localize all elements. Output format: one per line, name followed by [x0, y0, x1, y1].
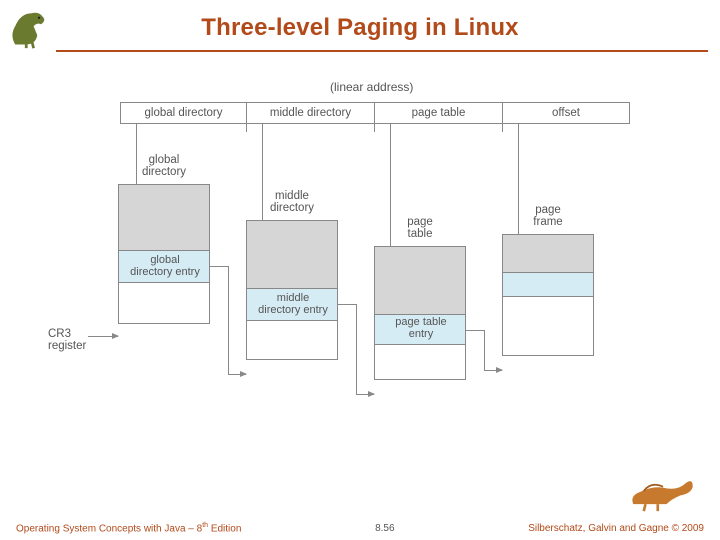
table-label-pageframe: page frame [502, 204, 594, 228]
field-tick [502, 124, 503, 132]
arrow-cr3 [88, 336, 118, 337]
footer-left: Operating System Concepts with Java – 8t… [16, 522, 241, 534]
footer-left-prefix: Operating System Concepts with Java – 8 [16, 523, 202, 534]
cr3-register-label: CR3 register [48, 328, 86, 352]
dinosaur-right-icon [628, 468, 698, 514]
arrow-seg [466, 330, 484, 331]
dinosaur-left-icon [6, 4, 52, 50]
slide-footer: Operating System Concepts with Java – 8t… [0, 522, 720, 534]
table-label-global: global directory [118, 154, 210, 178]
page-frame [502, 234, 594, 356]
la-field-pagetable: page table [374, 102, 502, 124]
linear-address-caption: (linear address) [330, 80, 413, 94]
arrow-seg [338, 304, 356, 305]
entry-label-middle: middle directory entry [254, 292, 332, 316]
table-label-pagetable: page table [374, 216, 466, 240]
arrow-seg [356, 394, 374, 395]
page-table [374, 246, 466, 380]
footer-center: 8.56 [375, 523, 394, 534]
table-label-middle: middle directory [246, 190, 338, 214]
la-field-middle: middle directory [246, 102, 374, 124]
arrow-seg [484, 330, 485, 370]
la-field-label: page table [412, 107, 466, 119]
footer-left-suffix: Edition [208, 523, 241, 534]
slide-header: Three-level Paging in Linux [0, 0, 720, 58]
la-field-global: global directory [120, 102, 246, 124]
arrow-seg [228, 374, 246, 375]
field-tick [374, 124, 375, 132]
la-field-label: middle directory [270, 107, 351, 119]
la-field-label: global directory [145, 107, 223, 119]
arrow-seg [356, 304, 357, 394]
title-underline [56, 50, 708, 52]
middle-directory-table [246, 220, 338, 360]
arrow-seg [210, 266, 228, 267]
arrow-seg [484, 370, 502, 371]
slide-title: Three-level Paging in Linux [0, 0, 720, 42]
la-field-offset: offset [502, 102, 630, 124]
entry-label-global: global directory entry [126, 254, 204, 278]
field-tick [246, 124, 247, 132]
arrow-seg [228, 266, 229, 374]
footer-right: Silberschatz, Galvin and Gagne © 2009 [528, 523, 704, 534]
paging-diagram: (linear address) global directory middle… [40, 80, 680, 460]
la-field-label: offset [552, 107, 580, 119]
entry-label-pagetable: page table entry [380, 316, 462, 340]
